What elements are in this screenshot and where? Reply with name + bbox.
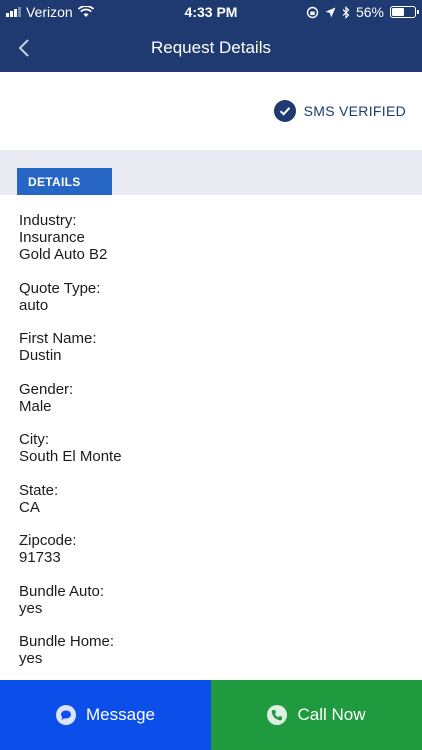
field-label: State: <box>19 482 59 499</box>
sms-verified-label: SMS VERIFIED <box>303 103 406 119</box>
call-now-button[interactable]: Call Now <box>211 680 422 750</box>
page-title: Request Details <box>150 38 271 57</box>
field-zipcode: Zipcode: 91733 <box>19 532 77 566</box>
field-value: Insurance <box>19 229 85 246</box>
sms-verified-badge: SMS VERIFIED <box>273 100 406 122</box>
field-label: Quote Type: <box>19 280 101 297</box>
field-city: City: South El Monte <box>19 431 122 465</box>
message-button-label: Message <box>86 705 155 724</box>
message-button[interactable]: Message <box>0 680 211 750</box>
field-value: South El Monte <box>19 448 122 465</box>
field-label: Bundle Auto: <box>19 583 105 600</box>
location-icon <box>325 7 336 17</box>
tab-details[interactable]: DETAILS <box>17 168 112 196</box>
field-value: Dustin <box>19 347 62 364</box>
phone-icon <box>267 705 288 725</box>
verification-area: SMS VERIFIED <box>0 72 422 150</box>
field-value: CA <box>19 499 40 516</box>
field-label: First Name: <box>19 330 97 347</box>
field-label: Bundle Home: <box>19 633 115 650</box>
action-bar: Message Call Now <box>0 680 422 750</box>
field-gender: Gender: Male <box>19 381 73 415</box>
field-value: Male <box>19 398 52 415</box>
field-quote-type: Quote Type: auto <box>19 280 100 314</box>
battery-percent: 56% <box>355 4 384 20</box>
call-now-button-label: Call Now <box>297 705 366 724</box>
field-label: City: <box>19 431 49 448</box>
navigation-row: Request Details <box>0 24 422 72</box>
field-value: yes <box>19 600 43 617</box>
field-value: 91733 <box>19 549 61 566</box>
field-first-name: First Name: Dustin <box>19 330 97 364</box>
top-bar: Verizon 4:33 PM 56% Request Details <box>0 0 422 72</box>
check-circle-icon <box>273 100 296 122</box>
field-industry: Industry: Insurance Gold Auto B2 <box>19 212 107 263</box>
status-bar: Verizon 4:33 PM 56% <box>0 0 422 24</box>
details-header: DETAILS <box>0 150 422 196</box>
field-value: yes <box>19 650 43 667</box>
field-value-extra: Gold Auto B2 <box>19 246 108 263</box>
message-bubble-icon <box>56 705 76 725</box>
battery-level <box>392 8 405 16</box>
bluetooth-icon <box>342 5 350 19</box>
battery-icon <box>390 6 419 18</box>
status-right: 56% <box>306 4 419 20</box>
details-list: Industry: Insurance Gold Auto B2 Quote T… <box>0 195 422 680</box>
field-state: State: CA <box>19 482 58 516</box>
screen-lock-icon <box>306 6 319 18</box>
field-bundle-auto: Bundle Auto: yes <box>19 583 104 617</box>
field-label: Industry: <box>19 212 77 229</box>
field-bundle-home: Bundle Home: yes <box>19 633 114 667</box>
field-label: Zipcode: <box>19 532 77 549</box>
field-label: Gender: <box>19 381 74 398</box>
field-value: auto <box>19 297 49 314</box>
